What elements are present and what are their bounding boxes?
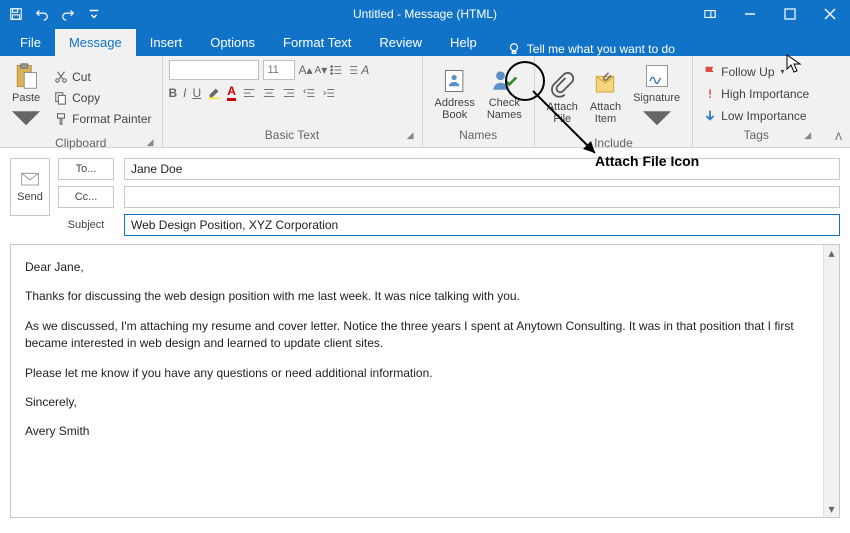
paste-button[interactable]: Paste — [6, 60, 46, 136]
signature-icon — [643, 62, 671, 90]
down-arrow-icon — [703, 109, 717, 123]
paste-icon — [12, 62, 40, 90]
dialog-launcher-icon[interactable]: ◢ — [407, 130, 414, 141]
dialog-launcher-icon[interactable]: ◢ — [147, 137, 154, 148]
cc-input[interactable] — [124, 186, 840, 208]
minimize-icon[interactable] — [730, 0, 770, 28]
message-body[interactable]: Dear Jane, Thanks for discussing the web… — [11, 245, 839, 467]
tab-options[interactable]: Options — [196, 29, 269, 56]
subject-label: Subject — [58, 219, 114, 231]
attach-item-icon — [591, 71, 619, 99]
scrollbar[interactable]: ▴ ▾ — [823, 245, 839, 517]
highlight-icon[interactable] — [207, 86, 221, 100]
check-names-button[interactable]: Check Names — [481, 65, 528, 123]
format-painter-button[interactable]: Format Painter — [50, 109, 155, 129]
lightbulb-icon — [507, 42, 521, 56]
bold-icon[interactable]: B — [169, 86, 178, 100]
tab-file[interactable]: File — [6, 29, 55, 56]
tab-insert[interactable]: Insert — [136, 29, 197, 56]
low-importance-button[interactable]: Low Importance — [699, 106, 813, 126]
shrink-font-icon[interactable]: A▾ — [315, 63, 328, 77]
cut-button[interactable]: Cut — [50, 67, 155, 87]
save-icon[interactable] — [4, 2, 28, 26]
tab-help[interactable]: Help — [436, 29, 491, 56]
align-center-icon[interactable] — [262, 86, 276, 100]
flag-icon — [703, 65, 717, 79]
group-names: Address Book Check Names Names — [423, 56, 535, 147]
numbering-icon[interactable] — [345, 63, 359, 77]
address-book-icon — [441, 67, 469, 95]
indent-icon[interactable] — [322, 86, 336, 100]
paperclip-icon — [548, 71, 576, 99]
cut-icon — [54, 70, 68, 84]
collapse-ribbon-icon[interactable]: ᐱ — [835, 132, 842, 143]
tab-review[interactable]: Review — [365, 29, 436, 56]
title-bar: Untitled - Message (HTML) — [0, 0, 850, 28]
chevron-down-icon: ▾ — [781, 67, 785, 76]
ribbon-tabs: File Message Insert Options Format Text … — [0, 28, 850, 56]
copy-button[interactable]: Copy — [50, 88, 155, 108]
align-right-icon[interactable] — [282, 86, 296, 100]
undo-icon[interactable] — [30, 2, 54, 26]
maximize-icon[interactable] — [770, 0, 810, 28]
scroll-up-icon[interactable]: ▴ — [824, 245, 839, 261]
align-left-icon[interactable] — [242, 86, 256, 100]
underline-icon[interactable]: U — [193, 86, 202, 100]
font-size-combo[interactable]: 11 — [263, 60, 295, 80]
italic-icon[interactable]: I — [183, 86, 186, 100]
group-basic-text: 11 A▴ A▾ A B I U A Basic Text◢ — [163, 56, 423, 147]
quick-access-toolbar — [0, 2, 106, 26]
close-icon[interactable] — [810, 0, 850, 28]
chevron-down-icon — [12, 106, 40, 134]
message-header: Send To... Cc... Subject — [0, 148, 850, 240]
signature-button[interactable]: Signature — [627, 60, 686, 136]
window-title: Untitled - Message (HTML) — [353, 7, 497, 21]
send-icon — [20, 171, 40, 189]
font-color-icon[interactable]: A — [227, 84, 236, 101]
ribbon-display-options-icon[interactable] — [690, 0, 730, 28]
group-include: Attach File Attach Item Signature Includ… — [535, 56, 693, 147]
font-name-combo[interactable] — [169, 60, 259, 80]
ribbon: Paste Cut Copy Format Painter Clipboard◢… — [0, 56, 850, 148]
clear-format-icon[interactable]: A — [361, 63, 369, 77]
send-button[interactable]: Send — [10, 158, 50, 216]
address-book-button[interactable]: Address Book — [429, 65, 481, 123]
bullets-icon[interactable] — [329, 63, 343, 77]
tab-message[interactable]: Message — [55, 29, 136, 56]
exclamation-icon: ! — [703, 87, 717, 101]
outdent-icon[interactable] — [302, 86, 316, 100]
dialog-launcher-icon[interactable]: ◢ — [804, 130, 811, 141]
cc-button[interactable]: Cc... — [58, 186, 114, 208]
tab-format-text[interactable]: Format Text — [269, 29, 365, 56]
window-controls — [690, 0, 850, 28]
subject-input[interactable] — [124, 214, 840, 236]
to-button[interactable]: To... — [58, 158, 114, 180]
paintbrush-icon — [54, 112, 68, 126]
copy-icon — [54, 91, 68, 105]
attach-item-button[interactable]: Attach Item — [584, 69, 627, 127]
to-input[interactable] — [124, 158, 840, 180]
check-names-icon — [490, 67, 518, 95]
redo-icon[interactable] — [56, 2, 80, 26]
grow-font-icon[interactable]: A▴ — [299, 63, 313, 77]
high-importance-button[interactable]: !High Importance — [699, 84, 813, 104]
tell-me-search[interactable]: Tell me what you want to do — [491, 42, 675, 56]
qat-chevron-down-icon[interactable] — [82, 2, 106, 26]
cursor-icon — [786, 54, 802, 74]
scroll-down-icon[interactable]: ▾ — [824, 501, 839, 517]
attach-file-button[interactable]: Attach File — [541, 69, 584, 127]
group-clipboard: Paste Cut Copy Format Painter Clipboard◢ — [0, 56, 163, 147]
message-body-container: Dear Jane, Thanks for discussing the web… — [10, 244, 840, 518]
chevron-down-icon — [643, 106, 671, 134]
